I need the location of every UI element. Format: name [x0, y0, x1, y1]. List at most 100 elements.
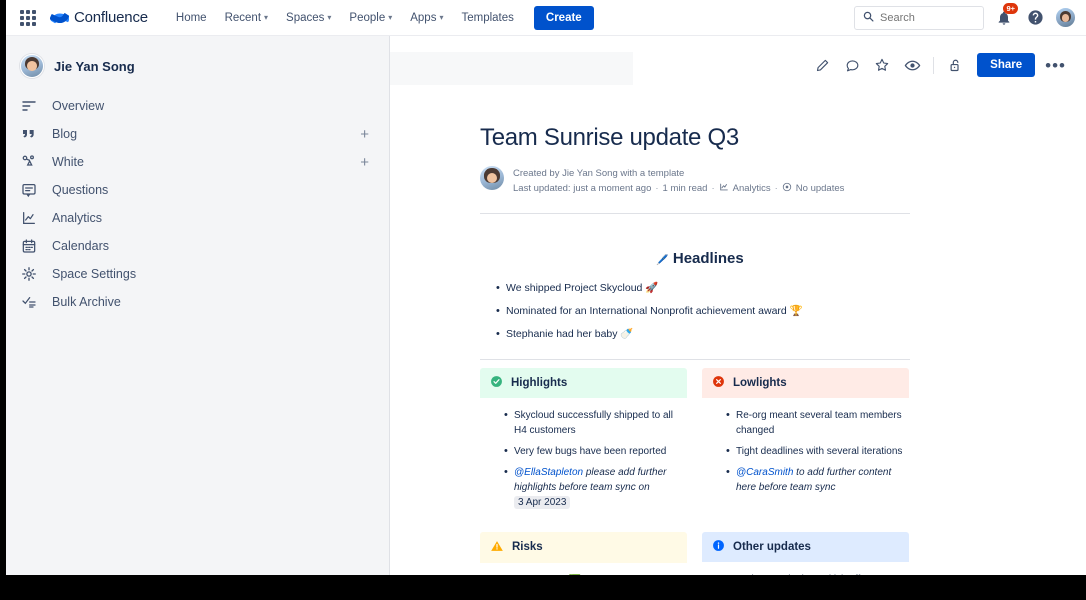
panel-lowlights-title: Lowlights [733, 377, 787, 389]
updates-icon [782, 182, 792, 198]
confluence-home-link[interactable]: Confluence [50, 8, 148, 27]
panel-other-updates-title: Other updates [733, 541, 811, 553]
sidebar-item-white[interactable]: White + [6, 148, 389, 176]
panel-other-updates-header: Other updates [702, 532, 909, 562]
page-content: Team Sunrise update Q3 Created by Jie Ya… [390, 88, 920, 575]
gear-icon [20, 265, 38, 283]
meta-separator: · [711, 182, 714, 197]
list-item: We shipped Project Skycloud 🚀 [496, 281, 920, 297]
nav-spaces[interactable]: Spaces ▾ [278, 6, 339, 30]
nav-people-label: People [349, 12, 385, 24]
add-blog-icon[interactable]: + [360, 127, 375, 142]
notifications-button[interactable]: 9+ [993, 7, 1015, 29]
content-divider [480, 359, 910, 360]
questions-icon [20, 181, 38, 199]
add-whiteboard-icon[interactable]: + [360, 155, 375, 170]
mention-link[interactable]: @EllaStapleton [514, 467, 583, 478]
sidebar-item-overview[interactable]: Overview [6, 92, 389, 120]
sidebar-item-blog[interactable]: Blog + [6, 120, 389, 148]
space-avatar [20, 54, 44, 78]
page-action-toolbar: Share ••• [809, 52, 1072, 78]
meta-separator: · [655, 182, 658, 197]
nav-apps[interactable]: Apps ▾ [402, 6, 451, 30]
read-time-text: 1 min read [663, 182, 708, 197]
sidebar-item-analytics-label: Analytics [52, 211, 102, 225]
list-item: Nominated for an International Nonprofit… [496, 304, 920, 320]
sidebar-item-bulk-archive-label: Bulk Archive [52, 295, 121, 309]
panel-risks-header: Risks [480, 532, 687, 563]
sidebar-item-questions[interactable]: Questions [6, 176, 389, 204]
nav-spaces-label: Spaces [286, 12, 324, 24]
nav-home-label: Home [176, 12, 207, 24]
pencil-icon[interactable] [809, 52, 835, 78]
warning-triangle-icon [490, 539, 504, 556]
user-avatar[interactable] [1055, 7, 1076, 28]
sidebar-item-bulk-archive[interactable]: Bulk Archive [6, 288, 389, 316]
comment-icon[interactable] [839, 52, 865, 78]
panel-lowlights-header: Lowlights [702, 368, 909, 398]
share-button[interactable]: Share [977, 53, 1035, 77]
more-actions-button[interactable]: ••• [1039, 57, 1072, 74]
nav-people[interactable]: People ▾ [341, 6, 400, 30]
nav-recent[interactable]: Recent ▾ [217, 6, 276, 30]
risks-list: None so far ✅ [488, 573, 683, 575]
create-button[interactable]: Create [534, 6, 594, 30]
panel-lowlights-body: Re-org meant several team members change… [702, 398, 909, 495]
analytics-link[interactable]: Analytics [733, 182, 771, 197]
list-item: Very few bugs have been reported [504, 444, 683, 459]
app-switcher-icon[interactable] [18, 8, 38, 28]
breadcrumb-placeholder [390, 52, 633, 85]
panel-lowlights: Lowlights Re-org meant several team memb… [702, 368, 909, 516]
list-item: @EllaStapleton please add further highli… [504, 465, 683, 510]
help-button[interactable] [1024, 7, 1046, 29]
sidebar-item-analytics[interactable]: Analytics [6, 204, 389, 232]
highlights-list: Skycloud successfully shipped to all H4 … [488, 408, 683, 510]
nav-recent-label: Recent [225, 12, 261, 24]
search-box[interactable] [854, 6, 984, 30]
headlines-list: We shipped Project Skycloud 🚀 Nominated … [480, 281, 920, 342]
page-title: Team Sunrise update Q3 [480, 124, 920, 152]
status-panel-grid: Highlights Skycloud successfully shipped… [480, 368, 920, 575]
blog-quote-icon [20, 125, 38, 143]
global-nav-right-actions: 9+ [854, 6, 1076, 30]
whiteboard-icon [20, 153, 38, 171]
panel-other-updates-body: Project Oasis due to kick-off next month… [702, 562, 909, 575]
page-canvas: Team Sunrise update Q3 Created by Jie Ya… [390, 88, 1086, 575]
byline-text: Created by Jie Yan Song with a template … [513, 166, 844, 197]
bulk-archive-icon [20, 293, 38, 311]
other-updates-list: Project Oasis due to kick-off next month… [710, 572, 905, 575]
check-circle-icon [490, 375, 503, 391]
primary-nav-links: Home Recent ▾ Spaces ▾ People ▾ Apps ▾ T… [168, 6, 594, 30]
sidebar-item-space-settings[interactable]: Space Settings [6, 260, 389, 288]
toolbar-divider [933, 57, 934, 74]
browser-viewport: Confluence Home Recent ▾ Spaces ▾ People… [6, 0, 1086, 575]
space-header[interactable]: Jie Yan Song [6, 44, 389, 92]
mention-link[interactable]: @CaraSmith [736, 467, 793, 478]
brand-name: Confluence [74, 9, 148, 26]
search-icon [863, 9, 874, 27]
list-item: @CaraSmith to add further content here b… [726, 465, 905, 495]
no-updates-label[interactable]: No updates [796, 182, 845, 197]
panel-risks: Risks None so far ✅ [480, 532, 687, 575]
page-byline: Created by Jie Yan Song with a template … [480, 166, 920, 197]
search-input[interactable] [880, 12, 975, 24]
space-sidebar: Jie Yan Song Overview Blog + [6, 36, 390, 575]
chevron-down-icon: ▾ [388, 13, 392, 22]
list-item: Tight deadlines with several iterations [726, 444, 905, 459]
nav-home[interactable]: Home [168, 6, 215, 30]
chevron-down-icon: ▾ [439, 13, 443, 22]
star-icon[interactable] [869, 52, 895, 78]
global-navigation-bar: Confluence Home Recent ▾ Spaces ▾ People… [6, 0, 1086, 36]
sidebar-item-blog-label: Blog [52, 127, 77, 141]
eye-icon[interactable] [899, 52, 925, 78]
headlines-heading: 🖊️ Headlines [480, 250, 920, 267]
meta-separator: · [775, 182, 778, 197]
sidebar-item-calendars[interactable]: Calendars [6, 232, 389, 260]
panel-risks-body: None so far ✅ [480, 563, 687, 575]
unlock-icon[interactable] [942, 52, 968, 78]
content-divider [480, 213, 910, 214]
info-circle-icon [712, 539, 725, 555]
list-item: None so far ✅ [504, 573, 683, 575]
date-chip[interactable]: 3 Apr 2023 [514, 496, 570, 509]
nav-templates[interactable]: Templates [453, 6, 521, 30]
